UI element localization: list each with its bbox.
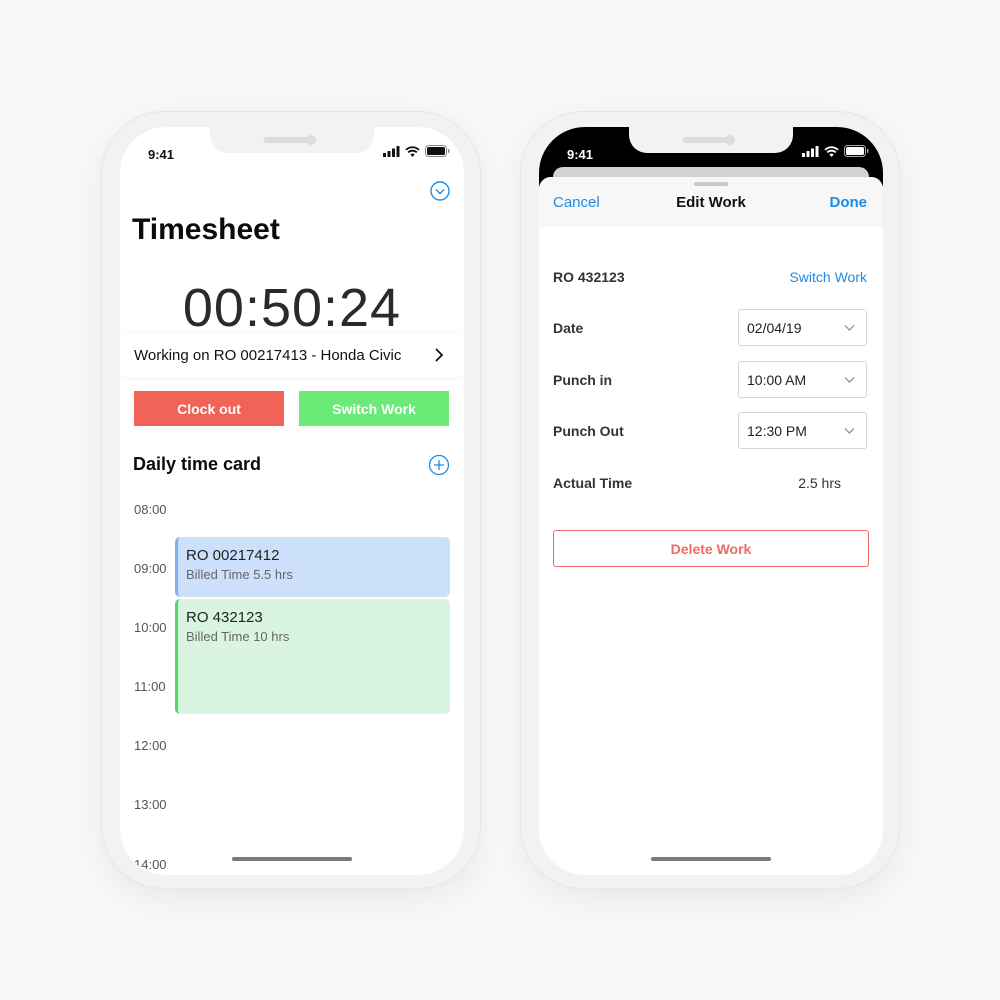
status-icons <box>802 145 869 157</box>
punch-out-select[interactable]: 12:30 PM <box>738 412 867 449</box>
time-label: 10:00 <box>134 620 167 635</box>
status-icons <box>383 145 450 157</box>
delete-work-button[interactable]: Delete Work <box>553 530 869 567</box>
actual-time-label: Actual Time <box>553 475 633 491</box>
time-label: 09:00 <box>134 561 167 576</box>
chevron-down-icon <box>844 377 855 383</box>
home-indicator <box>651 857 771 861</box>
date-label: Date <box>553 320 584 336</box>
time-entry-title: RO 00217412 <box>186 547 280 564</box>
signal-icon <box>383 145 400 157</box>
punch-out-value: 12:30 PM <box>747 422 807 439</box>
plus-circle-icon[interactable] <box>428 454 450 476</box>
date-value: 02/04/19 <box>747 319 802 336</box>
chevron-down-icon <box>844 428 855 434</box>
time-entry[interactable]: RO 432123 Billed Time 10 hrs <box>175 599 450 714</box>
speaker <box>263 137 310 143</box>
time-label: 12:00 <box>134 738 167 753</box>
switch-work-link[interactable]: Switch Work <box>789 269 867 285</box>
date-select[interactable]: 02/04/19 <box>738 309 867 346</box>
time-entry-billed: Billed Time 10 hrs <box>186 629 290 644</box>
time-entry-title: RO 432123 <box>186 609 263 626</box>
status-time: 9:41 <box>148 147 175 162</box>
right-phone: 9:41 Edit Work Cancel Done RO 432123 Swi… <box>521 112 899 888</box>
sheet-nav-bar: Edit Work Cancel Done <box>539 177 883 227</box>
signal-icon <box>802 145 819 157</box>
chevron-right-icon <box>435 348 444 362</box>
page-title: Timesheet <box>132 213 280 246</box>
cancel-button[interactable]: Cancel <box>553 194 600 211</box>
battery-icon <box>844 145 869 157</box>
punch-in-select[interactable]: 10:00 AM <box>738 361 867 398</box>
wifi-icon <box>405 145 420 157</box>
actual-time-value: 2.5 hrs <box>798 475 841 491</box>
punch-out-label: Punch Out <box>553 423 624 439</box>
edit-work-screen: 9:41 Edit Work Cancel Done RO 432123 Swi… <box>539 127 883 875</box>
current-work-row[interactable]: Working on RO 00217413 - Honda Civic <box>120 333 464 377</box>
clock-out-button[interactable]: Clock out <box>134 391 284 426</box>
time-entry-billed: Billed Time 5.5 hrs <box>186 567 293 582</box>
camera <box>306 135 316 145</box>
chevron-down-circle-icon[interactable] <box>430 181 450 201</box>
home-indicator <box>232 857 352 861</box>
current-work-label: Working on RO 00217413 - Honda Civic <box>134 346 402 364</box>
chevron-down-icon <box>844 325 855 331</box>
time-label: 13:00 <box>134 797 167 812</box>
punch-in-label: Punch in <box>553 372 613 388</box>
time-entry[interactable]: RO 00217412 Billed Time 5.5 hrs <box>175 537 450 597</box>
time-label: 11:00 <box>134 679 166 694</box>
speaker <box>682 137 729 143</box>
daily-time-card-title: Daily time card <box>133 454 262 474</box>
repair-order-label: RO 432123 <box>553 269 625 285</box>
wifi-icon <box>824 145 839 157</box>
done-button[interactable]: Done <box>830 194 868 211</box>
timesheet-screen: 9:41 Timesheet 00:50:24 Working on RO 00… <box>120 127 464 875</box>
status-time: 9:41 <box>567 147 594 162</box>
edit-work-sheet: Edit Work Cancel Done RO 432123 Switch W… <box>539 177 883 875</box>
switch-work-button[interactable]: Switch Work <box>299 391 449 426</box>
camera <box>725 135 735 145</box>
elapsed-timer: 00:50:24 <box>182 278 402 338</box>
sheet-grabber[interactable] <box>694 182 728 186</box>
punch-in-value: 10:00 AM <box>747 371 807 388</box>
left-phone: 9:41 Timesheet 00:50:24 Working on RO 00… <box>102 112 480 888</box>
battery-icon <box>425 145 450 157</box>
time-label: 14:00 <box>134 857 167 872</box>
time-label: 08:00 <box>134 502 167 517</box>
